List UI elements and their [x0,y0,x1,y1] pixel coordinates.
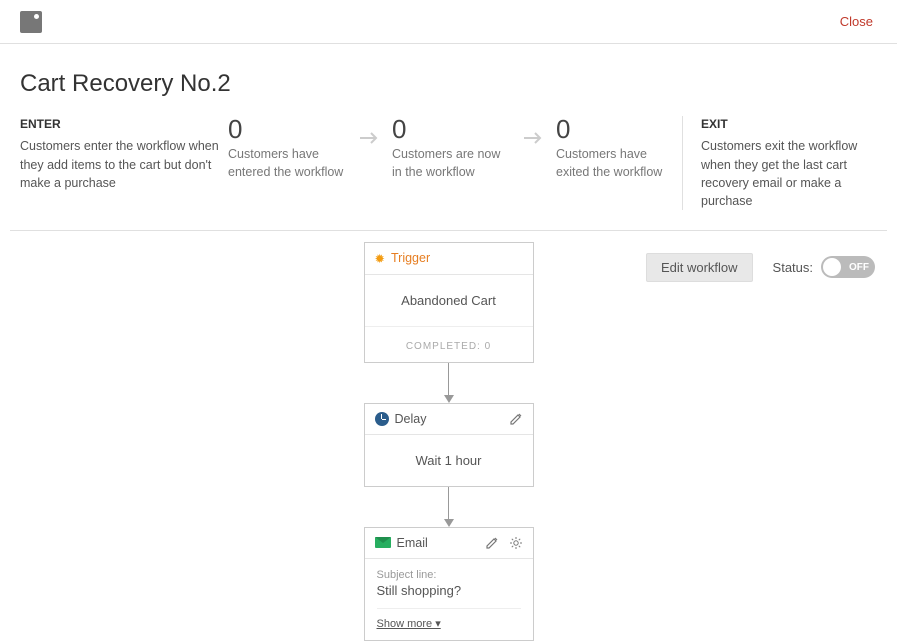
flow-arrow-icon [444,363,454,403]
stat-now-desc: Customers are now in the workflow [392,146,510,181]
status-toggle[interactable]: OFF [821,256,875,278]
workflow-flow: ✹ Trigger Abandoned Cart COMPLETED: 0 De… [0,242,897,641]
stat-exited-value: 0 [556,116,674,142]
delay-body: Wait 1 hour [365,435,533,486]
arrow-right-icon [522,130,544,146]
status-label: Status: [773,260,813,275]
clock-icon [375,412,389,426]
trigger-body: Abandoned Cart [365,275,533,326]
delay-card: Delay Wait 1 hour [364,403,534,487]
trigger-head: Trigger [391,251,430,265]
toggle-text: OFF [849,262,869,273]
app-logo-icon [20,11,42,33]
enter-text: Customers enter the workflow when they a… [20,139,219,189]
show-more-link[interactable]: Show more ▾ [377,617,441,630]
edit-icon[interactable] [509,412,523,426]
stat-exited-desc: Customers have exited the workflow [556,146,674,181]
gear-icon[interactable] [509,536,523,550]
stat-now: 0 Customers are now in the workflow [392,116,510,181]
flow-arrow-icon [444,487,454,527]
stats-row: ENTER Customers enter the workflow when … [20,116,877,210]
email-subject-label: Subject line: [377,569,521,581]
stat-entered: 0 Customers have entered the workflow [228,116,346,181]
enter-block: ENTER Customers enter the workflow when … [20,116,220,192]
stats-middle: 0 Customers have entered the workflow 0 … [220,116,682,181]
arrow-right-icon [358,130,380,146]
email-head: Email [397,536,428,550]
email-subject-value: Still shopping? [377,583,521,598]
delay-head: Delay [395,412,427,426]
header-section: Cart Recovery No.2 ENTER Customers enter… [10,44,887,231]
trigger-card: ✹ Trigger Abandoned Cart COMPLETED: 0 [364,242,534,363]
exit-block: EXIT Customers exit the workflow when th… [682,116,882,210]
exit-label: EXIT [701,116,882,133]
trigger-completed: COMPLETED: 0 [406,341,491,352]
divider [377,608,521,609]
email-card: Email Subject line: Still shopping? Show… [364,527,534,641]
page-title: Cart Recovery No.2 [20,70,877,98]
exit-text: Customers exit the workflow when they ge… [701,139,857,207]
enter-label: ENTER [20,116,220,133]
stat-now-value: 0 [392,116,510,142]
burst-icon: ✹ [375,251,385,266]
status-wrap: Status: OFF [773,256,875,278]
stat-entered-desc: Customers have entered the workflow [228,146,346,181]
topbar: Close [0,0,897,44]
mail-icon [375,537,391,548]
close-link[interactable]: Close [840,14,873,29]
stat-entered-value: 0 [228,116,346,142]
stat-exited: 0 Customers have exited the workflow [556,116,674,181]
toggle-knob-icon [823,258,841,276]
edit-icon[interactable] [485,536,499,550]
edit-workflow-button[interactable]: Edit workflow [646,253,753,282]
